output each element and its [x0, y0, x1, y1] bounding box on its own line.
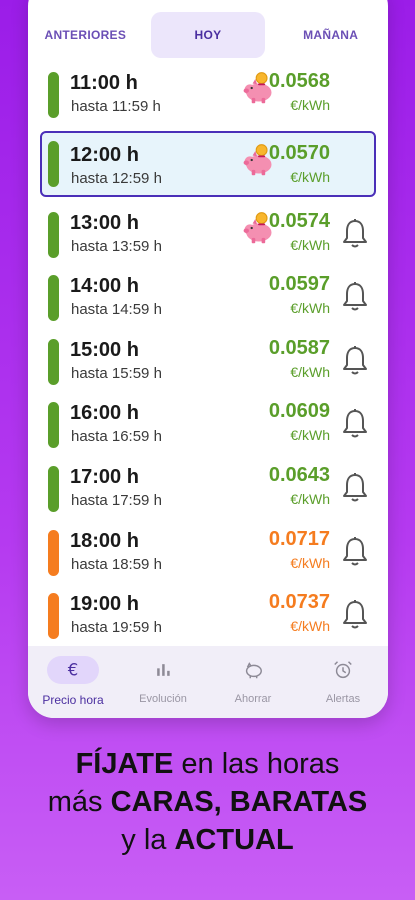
tab-anteriores[interactable]: ANTERIORES: [28, 12, 143, 58]
hour-until-label: hasta 17:59 h: [71, 491, 162, 509]
price-value: 0.0597: [268, 273, 330, 296]
price-unit: €/kWh: [290, 168, 330, 185]
bottom-navigation: € Precio hora Evolución Ahorrar Alertas: [28, 646, 388, 718]
nav-label: Alertas: [325, 693, 361, 705]
price-unit: €/kWh: [290, 554, 330, 571]
hour-label: 14:00 h: [70, 275, 139, 298]
tab-hoy[interactable]: HOY: [150, 12, 266, 58]
hour-label: 19:00 h: [70, 593, 139, 616]
hour-until-label: hasta 12:59 h: [71, 169, 162, 187]
promo-caption: FÍJATE en las horas más CARAS, BARATAS y…: [0, 745, 415, 859]
euro-icon: €: [47, 656, 99, 684]
hour-row[interactable]: 15:00 h hasta 15:59 h 0.0587 €/kWh: [28, 329, 388, 393]
hour-row[interactable]: 14:00 h hasta 14:59 h 0.0597 €/kWh: [28, 265, 388, 329]
hour-row[interactable]: 18:00 h hasta 18:59 h 0.0717 €/kWh: [28, 520, 388, 584]
hour-label: 11:00 h: [70, 72, 138, 94]
price-value: 0.0717: [268, 527, 330, 550]
price-level-bar: [48, 402, 59, 449]
price-unit: €/kWh: [290, 236, 330, 253]
day-tabs: ANTERIORES HOY MAÑANA: [28, 12, 388, 58]
price-level-bar: [48, 211, 59, 258]
price-level-bar: [48, 465, 59, 512]
hour-label: 17:00 h: [70, 465, 139, 488]
nav-precio-hora[interactable]: € Precio hora: [28, 646, 118, 718]
svg-text:€: €: [68, 661, 79, 680]
price-value: 0.0609: [268, 400, 330, 423]
bell-icon[interactable]: [340, 599, 370, 631]
nav-ahorrar[interactable]: Ahorrar: [208, 646, 298, 718]
bell-icon[interactable]: [340, 218, 370, 250]
hour-until-label: hasta 16:59 h: [71, 428, 162, 446]
price-value: 0.0574: [268, 209, 330, 232]
hour-until-label: hasta 18:59 h: [71, 555, 162, 573]
price-level-bar: [48, 275, 59, 322]
bell-icon[interactable]: [340, 408, 370, 440]
bell-icon[interactable]: [340, 472, 370, 504]
price-unit: €/kWh: [290, 300, 330, 317]
tab-mañana[interactable]: MAÑANA: [273, 12, 388, 58]
price-value: 0.0568: [268, 70, 330, 92]
hour-until-label: hasta 13:59 h: [71, 237, 162, 255]
hour-row[interactable]: 11:00 h hasta 11:59 h 0.0568 €/kWh: [28, 62, 388, 126]
price-unit: €/kWh: [290, 490, 330, 507]
caption-line-3: y la ACTUAL: [121, 824, 294, 856]
price-level-bar: [48, 72, 59, 118]
price-level-bar: [48, 338, 59, 385]
price-unit: €/kWh: [290, 618, 330, 635]
hour-row[interactable]: 17:00 h hasta 17:59 h 0.0643 €/kWh: [28, 456, 388, 520]
hour-row[interactable]: 19:00 h hasta 19:59 h 0.0737 €/kWh: [28, 583, 388, 647]
price-value: 0.0643: [268, 463, 330, 486]
price-level-bar: [48, 529, 59, 576]
hour-label: 12:00 h: [70, 143, 139, 166]
phone-screen: ANTERIORES HOY MAÑANA 11:00 h hasta 11:59 h…: [28, 0, 388, 718]
hour-label: 15:00 h: [70, 338, 139, 361]
hour-until-label: hasta 19:59 h: [71, 619, 162, 637]
bell-icon[interactable]: [340, 345, 370, 377]
current-hour-row[interactable]: 12:00 h hasta 12:59 h 0.0570 €/kWh: [28, 126, 388, 202]
hour-price-list: 11:00 h hasta 11:59 h 0.0568 €/kWh 12:00 h ha…: [28, 62, 388, 647]
price-level-bar: [48, 140, 59, 187]
hour-row[interactable]: 16:00 h hasta 16:59 h 0.0609 €/kWh: [28, 392, 388, 456]
nav-label: Precio hora: [42, 693, 104, 707]
price-value: 0.0737: [268, 591, 330, 614]
bar-chart-icon: [137, 656, 189, 684]
nav-label: Evolución: [139, 693, 187, 705]
hour-until-label: hasta 15:59 h: [71, 364, 162, 382]
price-value: 0.0570: [268, 141, 330, 164]
alarm-clock-icon: [317, 656, 369, 684]
hour-until-label: hasta 14:59 h: [71, 301, 162, 319]
nav-label: Ahorrar: [234, 693, 272, 705]
caption-line-1: FÍJATE en las horas: [75, 748, 340, 780]
hour-label: 13:00 h: [70, 211, 139, 234]
hour-label: 16:00 h: [70, 402, 139, 425]
bell-icon[interactable]: [340, 281, 370, 313]
price-level-bar: [48, 593, 59, 640]
caption-line-2: más CARAS, BARATAS: [47, 786, 368, 818]
price-unit: €/kWh: [290, 97, 330, 113]
hour-until-label: hasta 11:59 h: [71, 98, 161, 115]
price-unit: €/kWh: [290, 363, 330, 380]
hour-row[interactable]: 13:00 h hasta 13:59 h 0.0574 €/kWh: [28, 202, 388, 266]
price-value: 0.0587: [268, 336, 330, 359]
hour-label: 18:00 h: [70, 529, 139, 552]
bell-icon[interactable]: [340, 536, 370, 568]
piggy-bank-icon: [227, 656, 279, 684]
price-unit: €/kWh: [290, 427, 330, 444]
nav-alertas[interactable]: Alertas: [298, 646, 388, 718]
nav-evolución[interactable]: Evolución: [118, 646, 208, 718]
